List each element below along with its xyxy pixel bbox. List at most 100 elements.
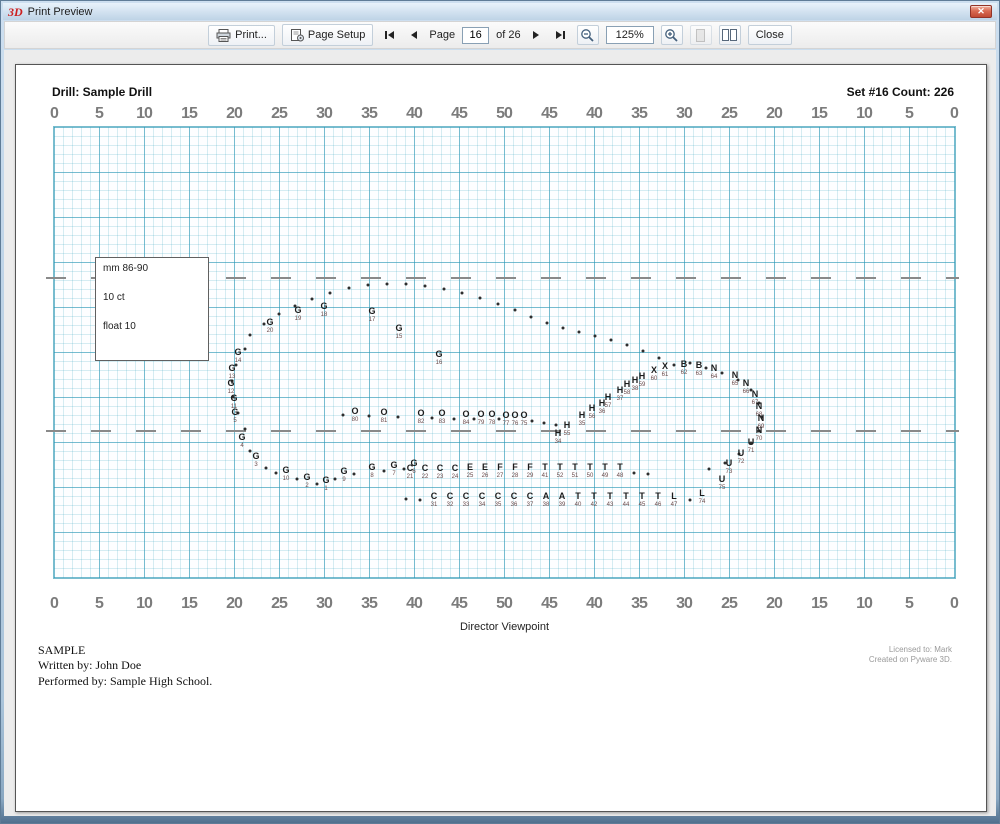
performer: G14: [234, 348, 241, 364]
performer-dot: [673, 364, 676, 367]
performer: G18: [320, 302, 327, 318]
print-button[interactable]: Print...: [208, 25, 275, 46]
performer-dot: [348, 287, 351, 290]
performer-dot: [263, 323, 266, 326]
zoom-in-button[interactable]: [661, 25, 683, 45]
performer: G9: [340, 467, 347, 483]
performer: G1: [322, 476, 329, 492]
performer-dot: [386, 283, 389, 286]
performer-dot: [275, 472, 278, 475]
performer: H57: [605, 393, 612, 409]
performer-dot: [578, 331, 581, 334]
two-page-view-button[interactable]: [719, 25, 741, 45]
close-preview-button[interactable]: Close: [748, 25, 792, 45]
performer-dot: [689, 499, 692, 502]
last-page-button[interactable]: [551, 27, 570, 43]
yard-number: 0: [950, 595, 958, 613]
performer: U71: [748, 438, 755, 454]
performer-dot: [642, 350, 645, 353]
zoom-out-icon: [580, 28, 595, 43]
performer: F28: [512, 463, 519, 479]
performer: F27: [497, 463, 504, 479]
performer: G4: [238, 433, 245, 449]
yard-number: 25: [721, 595, 737, 613]
zoom-level-box[interactable]: 125%: [606, 26, 654, 44]
license-info: Licensed to: Mark Created on Pyware 3D.: [869, 645, 952, 666]
window-close-button[interactable]: ✕: [970, 5, 992, 18]
yard-number: 25: [271, 105, 287, 123]
performer: N64: [711, 364, 718, 380]
yard-number: 30: [316, 595, 332, 613]
performer-dot: [647, 473, 650, 476]
performer: N66: [743, 379, 750, 395]
one-page-view-button[interactable]: [690, 25, 712, 45]
yard-number: 15: [811, 595, 827, 613]
yard-number: 35: [361, 105, 377, 123]
performer-dot: [594, 335, 597, 338]
yard-number: 20: [226, 595, 242, 613]
performer: H55: [564, 421, 571, 437]
page-number-input[interactable]: [462, 27, 489, 44]
performer: H35: [579, 411, 586, 427]
page-setup-button[interactable]: Page Setup: [282, 24, 374, 46]
toolbar: Print... Page Setup Page of 26: [4, 21, 996, 49]
yard-number: 10: [856, 105, 872, 123]
previous-page-button[interactable]: [406, 27, 422, 43]
last-page-icon: [563, 31, 565, 39]
performer: G2: [303, 473, 310, 489]
yard-number: 40: [406, 105, 422, 123]
performer: T42: [591, 492, 598, 508]
yard-number: 30: [676, 595, 692, 613]
performer: G10: [282, 466, 289, 482]
performer-dot: [397, 416, 400, 419]
yardrow-top: 05101520253035404550454035302520151050: [54, 105, 955, 123]
performer-dot: [249, 334, 252, 337]
zoom-out-button[interactable]: [577, 25, 599, 45]
performer-dot: [383, 470, 386, 473]
yard-number: 5: [905, 105, 913, 123]
performer: U75: [719, 475, 726, 491]
performer: T43: [607, 492, 614, 508]
performer: G20: [266, 318, 273, 334]
performer-dot: [353, 473, 356, 476]
performer: G3: [252, 452, 259, 468]
performer: O75: [520, 411, 527, 427]
performer-dot: [244, 348, 247, 351]
performer: T51: [572, 463, 579, 479]
performer: H37: [617, 386, 624, 402]
yard-number: 5: [95, 105, 103, 123]
performer-dot: [562, 327, 565, 330]
two-page-view-icon: [722, 29, 737, 41]
yard-number: 5: [95, 595, 103, 613]
performer: T49: [602, 463, 609, 479]
print-preview-window: 3D Print Preview ✕ Print... Page Setup: [0, 0, 1000, 824]
next-page-button[interactable]: [528, 27, 544, 43]
performer: T40: [575, 492, 582, 508]
performer-dot: [329, 292, 332, 295]
yard-number: 5: [905, 595, 913, 613]
yard-number: 0: [50, 105, 58, 123]
field: mm 86-90 10 ct float 10 G20G19G18G17G15G…: [54, 127, 955, 578]
performer: X60: [651, 366, 658, 382]
performer: H34: [555, 429, 562, 445]
yard-number: 15: [181, 595, 197, 613]
performer-dot: [367, 284, 370, 287]
performer: C33: [463, 492, 470, 508]
performer: G8: [368, 463, 375, 479]
yard-number: 45: [541, 105, 557, 123]
performer: C35: [495, 492, 502, 508]
performer: A38: [543, 492, 550, 508]
yard-number: 30: [316, 105, 332, 123]
yard-number: 0: [950, 105, 958, 123]
yard-number: 50: [496, 595, 512, 613]
yard-number: 15: [811, 105, 827, 123]
first-page-button[interactable]: [380, 27, 399, 43]
performer: H38: [632, 376, 639, 392]
credit-line: Performed by: Sample High School.: [38, 674, 212, 689]
performer-dot: [244, 428, 247, 431]
performer-dot: [497, 303, 500, 306]
performer-dot: [405, 283, 408, 286]
yard-number: 10: [856, 595, 872, 613]
performer-dot: [334, 478, 337, 481]
yard-number: 20: [226, 105, 242, 123]
